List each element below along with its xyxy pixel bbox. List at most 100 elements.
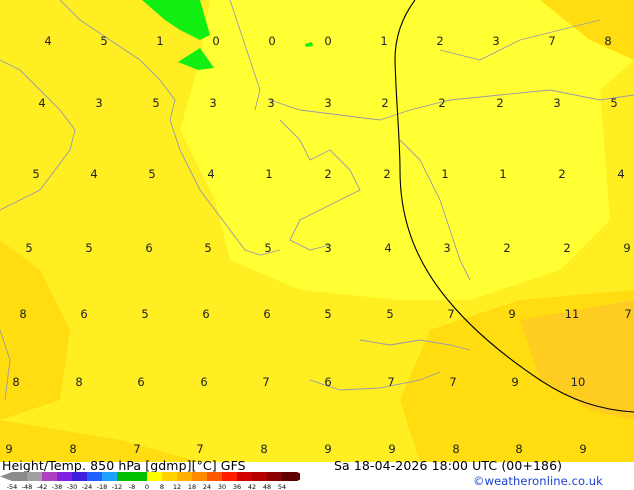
temperature-label: 2: [381, 96, 388, 110]
temperature-label: 10: [571, 375, 586, 389]
scale-tick-label: -12: [112, 483, 123, 490]
scale-tick-label: 48: [263, 483, 271, 490]
temperature-label: 6: [263, 307, 270, 321]
weather-map: 4 5 1 0 0 0 1 2 3 7 84 3 5 3 3 3 2 2 2 3 55 4 5 4 1 2 2 1 1 2 45 5 6 5 5 3 4…: [0, 0, 634, 462]
temperature-label: 9: [388, 442, 395, 456]
scale-swatch: [192, 472, 207, 481]
scale-swatch: [207, 472, 222, 481]
temperature-label: 6: [80, 307, 87, 321]
temperature-label: 8: [19, 307, 26, 321]
scale-tick-label: 18: [188, 483, 196, 490]
temperature-label: 6: [137, 375, 144, 389]
temperature-label: 0: [212, 34, 219, 48]
temperature-label: 9: [579, 442, 586, 456]
temperature-label: 3: [209, 96, 216, 110]
temperature-label: 7: [133, 442, 140, 456]
scale-tick-label: 24: [203, 483, 211, 490]
scale-tick-label: 36: [233, 483, 241, 490]
scale-tick-label: 54: [278, 483, 286, 490]
temperature-label: 6: [324, 375, 331, 389]
scale-swatch: [27, 472, 42, 481]
temperature-label: 5: [204, 241, 211, 255]
temperature-label: 5: [152, 96, 159, 110]
temperature-label: 3: [324, 241, 331, 255]
temperature-label: 8: [452, 442, 459, 456]
temperature-label: 3: [443, 241, 450, 255]
scale-tick-label: -54: [7, 483, 18, 490]
temperature-label: 2: [558, 167, 565, 181]
scale-tick-label: -48: [22, 483, 33, 490]
temperature-label: 6: [145, 241, 152, 255]
temperature-label: 5: [324, 307, 331, 321]
temperature-label: 9: [623, 241, 630, 255]
scale-tick-label: -8: [129, 483, 135, 490]
temperature-label: 8: [604, 34, 611, 48]
scale-tick-label: -18: [97, 483, 108, 490]
temperature-label: 7: [447, 307, 454, 321]
scale-swatch: [267, 472, 282, 481]
temperature-label: 6: [202, 307, 209, 321]
scale-swatch: [177, 472, 192, 481]
temperature-label: 2: [563, 241, 570, 255]
temperature-label: 7: [262, 375, 269, 389]
scale-tick-label: 30: [218, 483, 226, 490]
temperature-label: 2: [438, 96, 445, 110]
temperature-label: 7: [548, 34, 555, 48]
temperature-label: 7: [196, 442, 203, 456]
scale-swatch: [102, 472, 117, 481]
temperature-label: 8: [515, 442, 522, 456]
temperature-label: 2: [436, 34, 443, 48]
scale-arrow-left: [0, 472, 12, 481]
temperature-label: 1: [265, 167, 272, 181]
scale-tick-label: -42: [37, 483, 48, 490]
temperature-label: 9: [324, 442, 331, 456]
temperature-label: 1: [380, 34, 387, 48]
temperature-label: 2: [383, 167, 390, 181]
temperature-label: 8: [12, 375, 19, 389]
temperature-label: 8: [260, 442, 267, 456]
temperature-label: 6: [200, 375, 207, 389]
temperature-label: 5: [264, 241, 271, 255]
temperature-label: 11: [565, 307, 580, 321]
scale-swatch: [147, 472, 162, 481]
scale-tick-label: 0: [145, 483, 149, 490]
temperature-label: 3: [492, 34, 499, 48]
temperature-label: 2: [496, 96, 503, 110]
temperature-label: 3: [553, 96, 560, 110]
temperature-label: 5: [141, 307, 148, 321]
scale-swatch: [282, 472, 297, 481]
temperature-label: 5: [148, 167, 155, 181]
scale-swatch: [162, 472, 177, 481]
temperature-label: 9: [511, 375, 518, 389]
scale-swatch: [12, 472, 27, 481]
scale-tick-label: 42: [248, 483, 256, 490]
temperature-label: 4: [38, 96, 45, 110]
scale-swatch: [57, 472, 72, 481]
temperature-label: 5: [25, 241, 32, 255]
temperature-label: 3: [267, 96, 274, 110]
temperature-label: 3: [95, 96, 102, 110]
temperature-label: 0: [324, 34, 331, 48]
scale-tick-label: 8: [160, 483, 164, 490]
scale-tick-label: -24: [82, 483, 93, 490]
credit-link[interactable]: ©weatheronline.co.uk: [473, 474, 603, 488]
scale-swatch: [252, 472, 267, 481]
scale-swatch: [87, 472, 102, 481]
temperature-label: 0: [268, 34, 275, 48]
color-scale: -54 -48 -42 -38 -30 -24 -18 -12 -8 0 8 12 18 24 30 36 42…: [0, 472, 300, 490]
temperature-label: 8: [69, 442, 76, 456]
temperature-label: 5: [386, 307, 393, 321]
temperature-label: 2: [324, 167, 331, 181]
temperature-label: 1: [499, 167, 506, 181]
temperature-label: 4: [384, 241, 391, 255]
scale-tick-label: -30: [67, 483, 78, 490]
temperature-label: 4: [207, 167, 214, 181]
cold-region: [180, 0, 634, 300]
temperature-label: 4: [617, 167, 624, 181]
scale-arrow-right: [297, 472, 300, 481]
scale-swatch: [42, 472, 57, 481]
temperature-label: 2: [503, 241, 510, 255]
temperature-label: 3: [324, 96, 331, 110]
temperature-label: 7: [387, 375, 394, 389]
temperature-label: 5: [32, 167, 39, 181]
